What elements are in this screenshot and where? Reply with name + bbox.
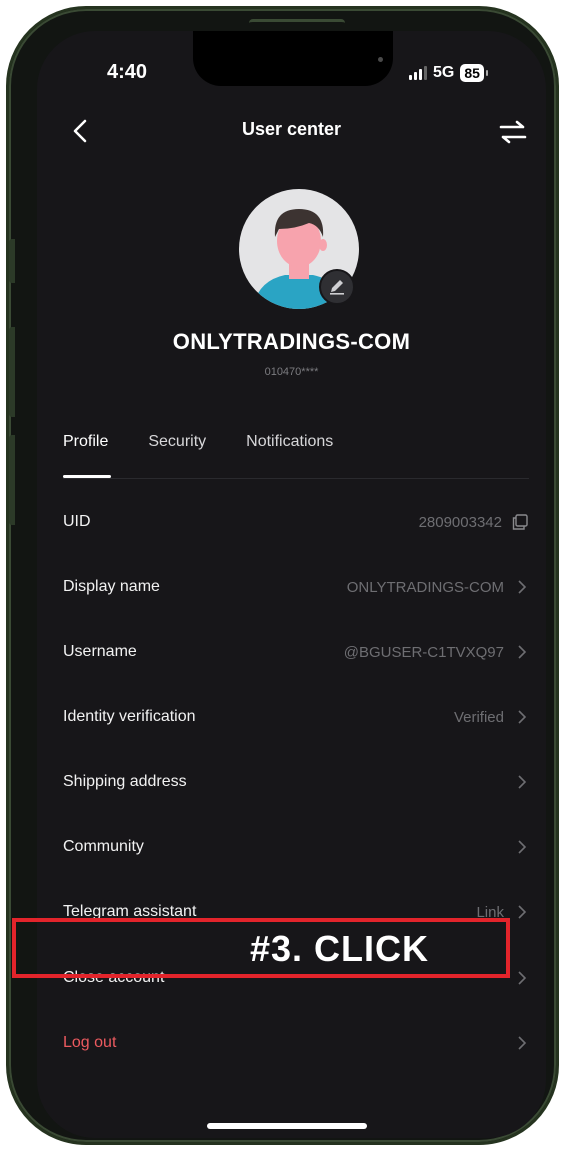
tab-bar: Profile Security Notifications xyxy=(63,433,373,463)
verification-status: Verified xyxy=(453,708,504,726)
row-label: Shipping address xyxy=(63,773,187,790)
camera-icon xyxy=(378,57,383,62)
row-community[interactable]: Community xyxy=(37,822,546,872)
notch xyxy=(193,31,393,86)
status-time: 4:40 xyxy=(107,61,148,83)
row-display-name[interactable]: Display name ONLYTRADINGS-COM xyxy=(37,562,546,612)
row-label: Log out xyxy=(63,1034,117,1051)
status-indicators: 5G 85 xyxy=(409,63,488,83)
annotation-label: #3. CLICK xyxy=(250,928,430,969)
chevron-right-icon xyxy=(518,840,527,854)
row-uid: UID 2809003342 xyxy=(37,497,546,547)
row-label: Display name xyxy=(63,578,160,595)
chevron-right-icon xyxy=(518,1036,527,1050)
username-value: @BGUSER-C1TVXQ97 xyxy=(343,643,504,661)
battery-icon: 85 xyxy=(460,64,488,82)
side-button xyxy=(9,435,15,525)
row-label: Identity verification xyxy=(63,708,196,725)
row-label: Community xyxy=(63,838,144,855)
profile-username: ONLYTRADINGS-COM xyxy=(172,329,411,354)
chevron-right-icon xyxy=(518,905,527,919)
network-type: 5G xyxy=(433,64,455,81)
signal-icon xyxy=(409,66,427,80)
side-button xyxy=(9,239,15,283)
copy-icon[interactable] xyxy=(511,513,529,531)
row-label: UID xyxy=(63,513,91,530)
page-title: User center xyxy=(241,119,342,139)
swap-icon[interactable] xyxy=(497,119,529,145)
row-shipping-address[interactable]: Shipping address xyxy=(37,757,546,807)
row-log-out[interactable]: Log out xyxy=(37,1018,546,1068)
edit-avatar-button[interactable] xyxy=(319,269,355,305)
display-name-value: ONLYTRADINGS-COM xyxy=(346,578,504,596)
tab-profile[interactable]: Profile xyxy=(63,433,108,463)
chevron-right-icon xyxy=(518,710,527,724)
edit-icon xyxy=(330,280,344,295)
tab-security[interactable]: Security xyxy=(148,433,206,463)
chevron-right-icon xyxy=(518,645,527,659)
uid-value: 2809003342 xyxy=(418,513,502,531)
row-label: Username xyxy=(63,643,137,660)
home-indicator[interactable] xyxy=(207,1123,367,1129)
chevron-right-icon xyxy=(518,971,527,985)
header: User center xyxy=(37,111,546,151)
row-username[interactable]: Username @BGUSER-C1TVXQ97 xyxy=(37,627,546,677)
profile-account-number: 010470**** xyxy=(264,366,319,378)
chevron-right-icon xyxy=(518,580,527,594)
side-button xyxy=(9,327,15,417)
tab-notifications[interactable]: Notifications xyxy=(246,433,333,463)
chevron-right-icon xyxy=(518,775,527,789)
row-identity-verification[interactable]: Identity verification Verified xyxy=(37,692,546,742)
tab-divider xyxy=(63,478,529,479)
